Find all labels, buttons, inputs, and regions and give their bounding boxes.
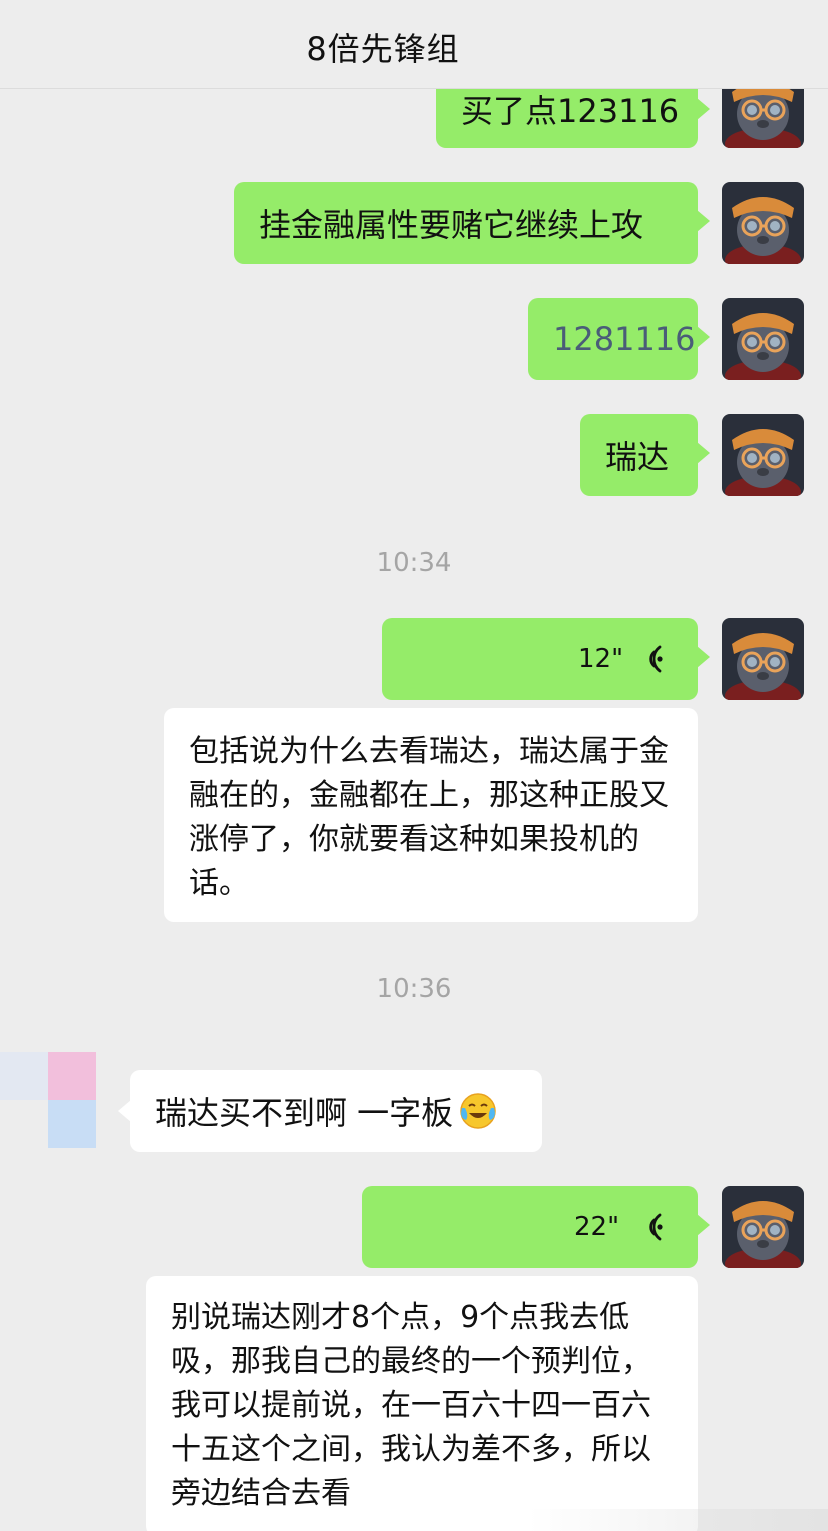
voice-message-bubble[interactable]: 12" [382,618,710,700]
message-text: 1281116 [553,320,696,358]
message-text: 瑞达 [605,438,670,476]
voice-transcript[interactable]: 别说瑞达刚才8个点，9个点我去低吸，那我自己的最终的一个预判位，我可以提前说，在… [146,1276,698,1531]
message-text-content: 瑞达买不到啊 一字板 [155,1094,454,1132]
my-avatar[interactable] [722,298,804,380]
voice-wave-icon [649,645,663,673]
message-bubble[interactable]: 瑞达买不到啊 一字板 [118,1070,542,1152]
voice-transcript[interactable]: 包括说为什么去看瑞达，瑞达属于金融在的，金融都在上，那这种正股又涨停了，你就要看… [164,708,698,922]
transcript-text: 别说瑞达刚才8个点，9个点我去低吸，那我自己的最终的一个预判位，我可以提前说，在… [171,1300,651,1511]
voice-duration: 12" [578,644,624,674]
message-bubble[interactable]: 瑞达 [580,414,710,496]
timestamp: 10:34 [376,548,452,578]
my-avatar[interactable] [722,618,804,700]
voice-wave-icon [649,1213,663,1241]
message-text: 瑞达买不到啊 一字板 [155,1070,497,1152]
cat-avatar-icon [722,182,804,264]
timestamp: 10:36 [376,974,452,1004]
message-bubble[interactable]: 挂金融属性要赌它继续上攻 [234,182,710,264]
my-avatar[interactable] [722,414,804,496]
cat-avatar-icon [722,618,804,700]
crying-laughing-emoji-icon [460,1093,496,1129]
voice-message-bubble[interactable]: 22" [362,1186,710,1268]
transcript-text: 包括说为什么去看瑞达，瑞达属于金融在的，金融都在上，那这种正股又涨停了，你就要看… [189,734,669,901]
voice-duration: 22" [574,1212,620,1242]
cat-avatar-icon [722,1186,804,1268]
my-avatar[interactable] [722,1186,804,1268]
chat-screen: 8倍先锋组 买了点123116 挂金融属性要赌它继续上攻 1281116 瑞达 … [0,0,828,1531]
message-text: 挂金融属性要赌它继续上攻 [259,206,644,244]
cat-avatar-icon [722,298,804,380]
message-bubble[interactable]: 1281116 [528,298,710,380]
chat-title: 8倍先锋组 [306,30,460,68]
blurred-avatar[interactable] [0,1052,96,1148]
watermark [528,1509,828,1531]
my-avatar[interactable] [722,182,804,264]
title-bar: 8倍先锋组 [0,0,828,89]
cat-avatar-icon [722,414,804,496]
